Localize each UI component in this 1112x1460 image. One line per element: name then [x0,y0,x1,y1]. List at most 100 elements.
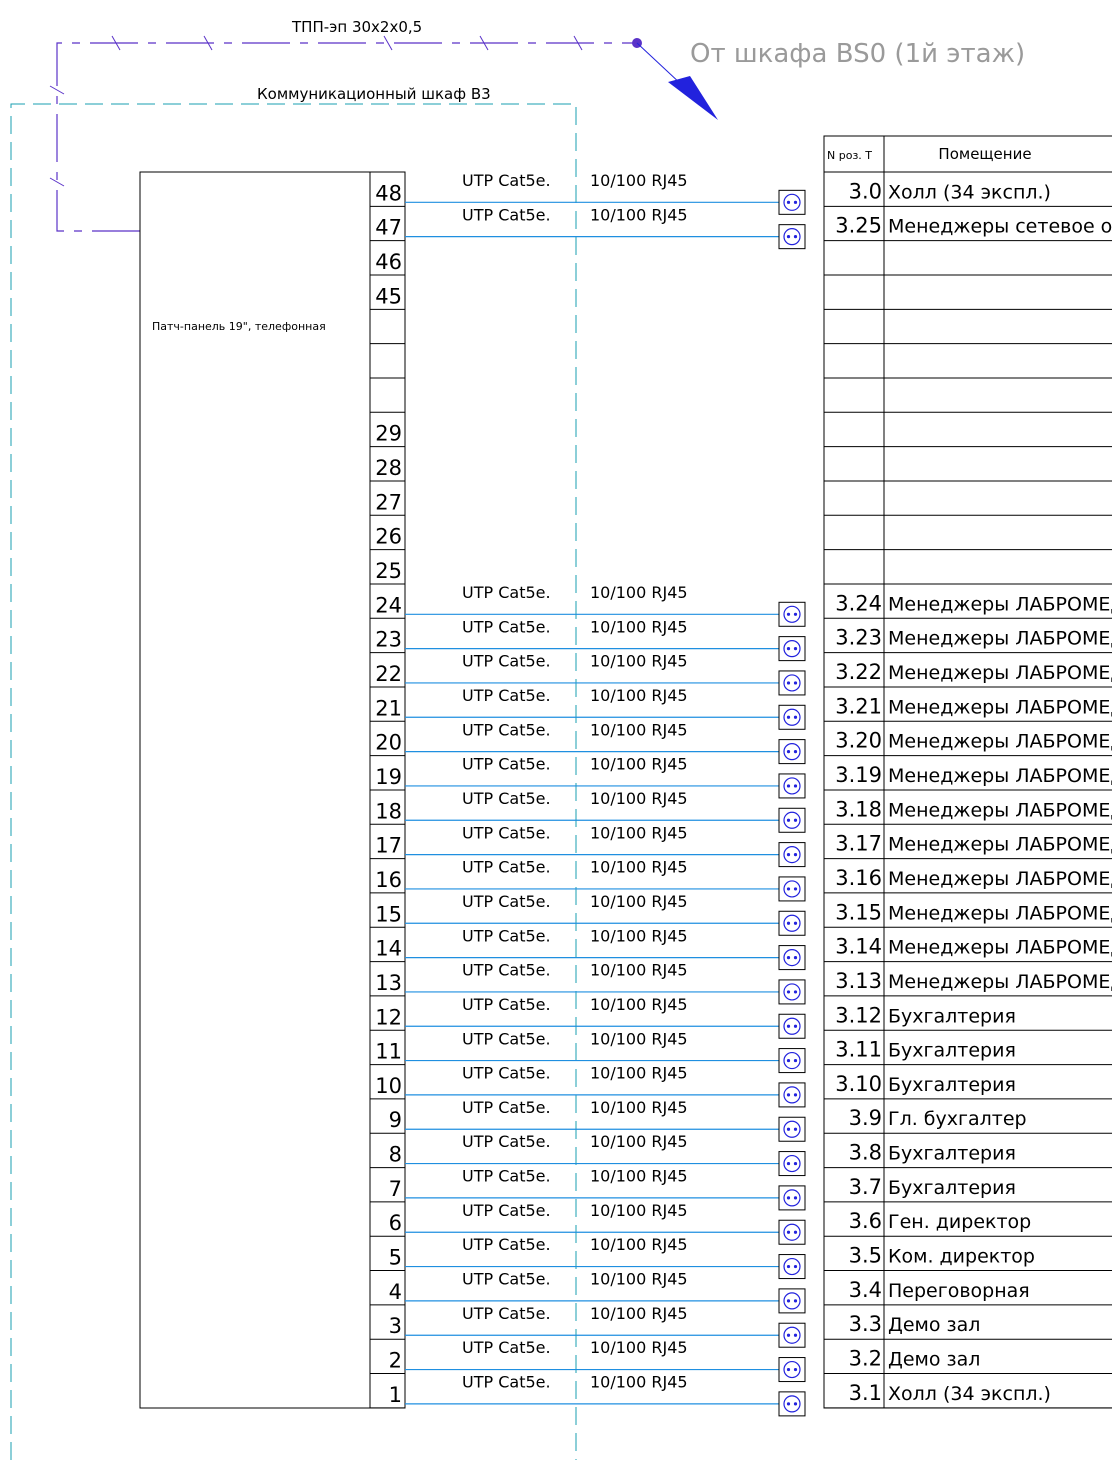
cable-type-label: UTP Cat5e. [462,583,551,602]
cable-type-label: UTP Cat5e. [462,1132,551,1151]
cable-spec-label: 10/100 RJ45 [590,1064,688,1083]
port-number: 9 [389,1108,402,1132]
socket-number: 3.4 [849,1278,882,1302]
outlet-socket-ring [783,1395,801,1413]
cable-type-label: UTP Cat5e. [462,1235,551,1254]
port-number: 10 [375,1074,402,1098]
port-number: 48 [375,181,402,205]
outlet-socket-ring [783,708,801,726]
socket-number: 3.3 [849,1312,882,1336]
room-name: Переговорная [888,1280,1030,1302]
outlet-pin [786,1024,791,1028]
outlet-pin [786,235,791,239]
cable-type-label: UTP Cat5e. [462,1167,551,1186]
cable-spec-label: 10/100 RJ45 [590,205,688,224]
outlet-pin [786,681,791,685]
room-name: Менеджеры ЛАБРОМЕД [888,765,1112,787]
cable-type-label: UTP Cat5e. [462,171,551,190]
cable-spec-label: 10/100 RJ45 [590,823,688,842]
outlet-pin [793,1367,798,1372]
cabinet-frame [10,103,577,1460]
outlet-pin [793,1024,798,1028]
socket-number: 3.10 [835,1072,882,1096]
socket-number: 3.9 [849,1106,882,1130]
outlet-pin [786,715,791,719]
port-number: 46 [375,250,402,274]
cable-type-label: UTP Cat5e. [462,1064,551,1083]
port-number: 21 [375,696,402,720]
cable-type-label: UTP Cat5e. [462,1304,551,1323]
room-name: Менеджеры ЛАБРОМЕД [888,696,1112,718]
outlet-socket-ring [783,983,801,1001]
table-col-socket-header: N роз. Т [827,149,872,162]
socket-number: 3.13 [835,969,882,993]
patch-panel-label: Патч-панель 19", телефонная [152,320,326,333]
cable-spec-label: 10/100 RJ45 [590,652,688,671]
cable-type-label: UTP Cat5e. [462,892,551,911]
room-name: Менеджеры ЛАБРОМЕД [888,834,1112,856]
port-number: 24 [375,593,402,617]
outlet-pin [786,1161,791,1166]
socket-number: 3.2 [849,1347,882,1371]
outlet-pin [786,1299,791,1303]
cable-type-label: UTP Cat5e. [462,858,551,877]
room-name: Менеджеры ЛАБРОМЕД [888,902,1112,924]
port-number: 8 [389,1143,402,1167]
port-rows: 48UTP Cat5e. 10/100 RJ45 3.0 Холл (34 экспл… [370,171,1112,1417]
room-name: Бухгалтерия [888,1143,1016,1165]
outlet-socket-ring [783,880,801,898]
trunk-cable-label: ТПП-эп 30x2x0,5 [291,18,422,36]
outlet-pin [793,235,798,239]
outlet-pin [793,887,798,891]
cable-type-label: UTP Cat5e. [462,205,551,224]
socket-number: 3.5 [849,1244,882,1268]
cable-spec-label: 10/100 RJ45 [590,583,688,602]
port-number: 1 [389,1383,402,1407]
cabling-schematic: ТПП-эп 30x2x0,5 От шкафа BS0 (1й этаж) К… [10,18,1112,1460]
outlet-socket-ring [783,1189,801,1207]
outlet-socket-ring [783,1360,801,1379]
cable-type-label: UTP Cat5e. [462,789,551,808]
cable-type-label: UTP Cat5e. [462,1098,551,1117]
outlet-pin [793,1299,798,1303]
port-number: 18 [375,799,402,823]
socket-number: 3.7 [849,1175,882,1199]
outlet-pin [786,784,791,788]
patch-panel [139,171,406,1409]
outlet-pin [793,200,798,204]
outlet-socket-ring [783,777,801,795]
cable-type-label: UTP Cat5e. [462,686,551,705]
socket-number: 3.17 [835,832,882,856]
cable-spec-label: 10/100 RJ45 [590,1167,688,1186]
cable-spec-label: 10/100 RJ45 [590,789,688,808]
room-name: Бухгалтерия [888,1040,1016,1062]
outlet-socket-ring [783,605,801,623]
outlet-pin [786,955,791,960]
outlet-socket-ring [783,914,801,932]
outlet-pin [793,1093,798,1097]
room-name: Холл (34 экспл.) [888,181,1051,203]
outlet-pin [786,200,791,204]
outlet-pin [786,1230,791,1234]
socket-number: 3.18 [835,797,882,821]
socket-number: 3.11 [835,1038,882,1062]
outlet-socket-ring [783,948,801,967]
room-name: Менеджеры ЛАБРОМЕД [888,662,1112,684]
cable-type-label: UTP Cat5e. [462,1270,551,1289]
socket-number: 3.14 [835,935,882,959]
cable-spec-label: 10/100 RJ45 [590,1304,688,1323]
room-name: Демо зал [888,1349,980,1371]
cable-type-label: UTP Cat5e. [462,720,551,739]
socket-number: 3.25 [835,214,882,238]
outlet-pin [786,921,791,925]
outlet-pin [793,921,798,925]
port-number: 13 [375,971,402,995]
port-number: 16 [375,868,402,892]
outlet-pin [786,1402,791,1406]
source-arrow [668,76,718,120]
cable-type-label: UTP Cat5e. [462,823,551,842]
cable-spec-label: 10/100 RJ45 [590,1235,688,1254]
outlet-socket-ring [783,845,801,864]
socket-number: 3.20 [835,729,882,753]
outlet-pin [793,1402,798,1406]
